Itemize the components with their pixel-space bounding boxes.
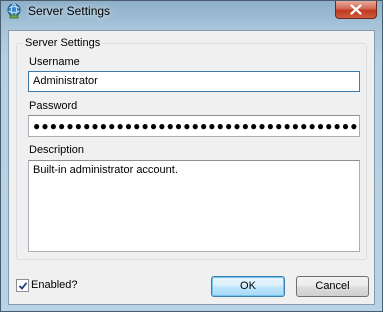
server-settings-dialog: Server Settings Server Settings Username… <box>0 0 383 312</box>
groupbox-legend: Server Settings <box>23 36 103 50</box>
password-field[interactable]: ●●●●●●●●●●●●●●●●●●●●●●●●●●●●●●●●●●●●●●●● <box>28 115 360 137</box>
globe-server-icon <box>7 3 21 19</box>
password-label: Password <box>29 100 78 112</box>
close-button[interactable] <box>335 1 377 19</box>
checkmark-icon <box>18 282 28 290</box>
username-field[interactable]: Administrator <box>28 71 360 92</box>
window-title: Server Settings <box>28 4 111 18</box>
dialog-client-area: Server Settings Username Administrator P… <box>8 30 375 305</box>
cancel-button[interactable]: Cancel <box>296 276 369 297</box>
title-bar[interactable]: Server Settings <box>1 1 382 23</box>
ok-button[interactable]: OK <box>211 276 285 297</box>
description-label: Description <box>29 144 85 156</box>
username-label: Username <box>29 56 80 68</box>
enabled-checkbox[interactable] <box>16 279 29 292</box>
description-field[interactable]: Built-in administrator account. <box>28 160 360 252</box>
enabled-label: Enabled? <box>31 279 78 291</box>
server-settings-groupbox: Server Settings Username Administrator P… <box>16 36 367 260</box>
close-icon <box>350 4 362 15</box>
